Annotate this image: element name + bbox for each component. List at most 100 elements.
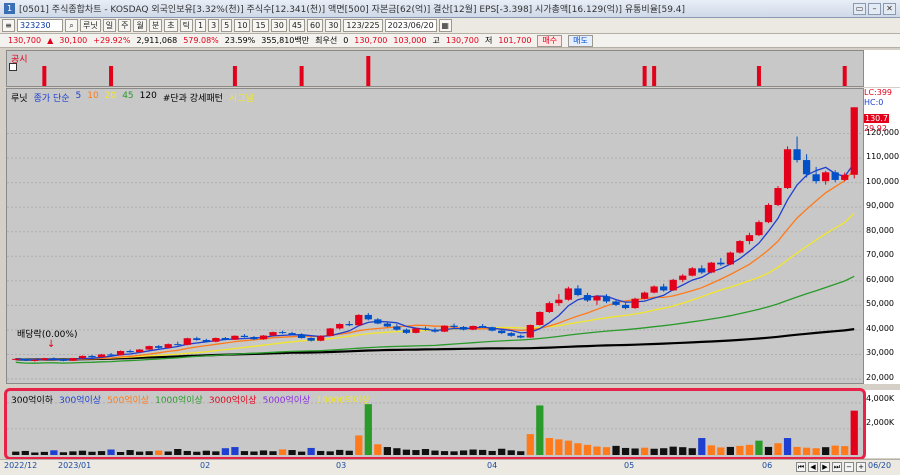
candle-body (136, 349, 144, 353)
candle-body (764, 204, 773, 223)
price-tick-label: 50,000 (866, 299, 894, 309)
stock-code-input[interactable]: 323230 (17, 19, 63, 32)
candle-body (831, 172, 839, 180)
volume-chart[interactable] (7, 391, 863, 457)
candle-body (450, 325, 458, 327)
candle-body (345, 324, 353, 326)
menu-icon[interactable]: ≡ (2, 19, 15, 32)
candle-body (12, 358, 20, 360)
period-5-button[interactable]: 5 (221, 19, 233, 32)
period-1-button[interactable]: 1 (194, 19, 207, 32)
calendar-icon[interactable]: ▦ (438, 19, 452, 32)
candle-body (269, 332, 277, 336)
candle-body (421, 328, 430, 330)
sell-button[interactable]: 매도 (568, 34, 593, 47)
volume-bar (517, 451, 525, 455)
volume-bar (669, 446, 677, 455)
volume-bar (317, 450, 325, 455)
volume-bar (97, 451, 106, 455)
disclosure-marker (42, 66, 47, 86)
last-page-icon[interactable]: ⏭ (832, 462, 842, 472)
period-3-button[interactable]: 3 (208, 19, 220, 32)
prev-icon[interactable]: ◀ (808, 462, 818, 472)
period-30-button[interactable]: 30 (270, 19, 287, 32)
volume-axis: 4,000K 2,000K (864, 390, 900, 458)
candle-body (40, 358, 48, 360)
candle-body (383, 323, 391, 327)
candle-body (536, 311, 544, 325)
candle-body (78, 355, 87, 359)
candle-body (259, 335, 268, 340)
volume-bar (393, 448, 401, 455)
candle-body (174, 344, 182, 346)
period-tick-button[interactable]: 틱 (179, 19, 193, 32)
disclosure-axis (864, 50, 900, 87)
period-custom-button[interactable]: 30 (325, 19, 342, 32)
low-label: 저 (484, 36, 493, 45)
candle-body (250, 337, 258, 340)
volume-bar (602, 447, 611, 455)
minimize-button[interactable]: – (868, 3, 881, 15)
period-day-button[interactable]: 일 (102, 19, 117, 32)
low-price: 101,700 (498, 36, 532, 45)
date-axis: 2022/12 2023/01 02 03 04 05 06 ⏮ ◀ ▶ ⏭ −… (0, 459, 900, 475)
trade-amount: 355,810백만 (261, 36, 310, 45)
date-label-apr: 04 (487, 461, 498, 470)
price-tick-label: 80,000 (866, 225, 894, 235)
candle-body (116, 351, 125, 356)
disclosure-bars (42, 56, 847, 86)
candle-body (498, 330, 506, 334)
restore-button[interactable]: ▭ (853, 3, 866, 15)
candle-body (221, 338, 230, 340)
disclosure-panel: 공시 (6, 50, 864, 87)
period-45-button[interactable]: 45 (288, 19, 306, 32)
period-minute-button[interactable]: 분 (148, 19, 163, 32)
date-label-end: 06/20 (868, 461, 892, 470)
price-axis: LC:399 HC:0 130.7 29.92 120,000 110,000 10… (864, 88, 900, 384)
period-week-button[interactable]: 주 (118, 19, 132, 32)
close-button[interactable]: ✕ (883, 3, 896, 15)
period-second-button[interactable]: 초 (164, 19, 178, 32)
volume-bar (850, 410, 858, 455)
period-10-button[interactable]: 10 (234, 19, 251, 32)
candle-body (31, 359, 39, 361)
volume-bar (12, 451, 20, 455)
count-field[interactable]: 123/225 (343, 19, 383, 32)
stock-name-field[interactable]: 루닛 (80, 19, 101, 32)
zoom-in-icon[interactable]: + (856, 462, 866, 472)
volume-bar (583, 444, 592, 455)
volume-bar (621, 447, 630, 455)
candle-body (402, 329, 411, 333)
volume-bar (202, 450, 210, 455)
next-icon[interactable]: ▶ (820, 462, 830, 472)
price-chart[interactable] (7, 89, 863, 383)
volume-bar (88, 451, 96, 455)
buy-button[interactable]: 매수 (537, 34, 563, 47)
volume-bar (802, 447, 811, 455)
period-month-button[interactable]: 월 (133, 19, 147, 32)
candle-body (69, 358, 77, 361)
period-15-button[interactable]: 15 (252, 19, 269, 32)
search-icon[interactable]: ⌕ (65, 19, 78, 32)
volume-bar (555, 439, 563, 455)
volume-bar (640, 447, 649, 455)
first-page-icon[interactable]: ⏮ (796, 462, 806, 472)
period-60-button[interactable]: 60 (307, 19, 324, 32)
zoom-out-icon[interactable]: − (844, 462, 854, 472)
candle-body (621, 304, 630, 309)
price-change-pct: +29.92% (93, 36, 131, 45)
disclosure-marker (842, 66, 847, 86)
candle-body (193, 338, 201, 340)
volume-bar (688, 448, 696, 455)
candle-body (688, 268, 696, 276)
volume-bar (459, 450, 468, 455)
candle-body (517, 335, 525, 338)
date-field[interactable]: 2023/06/20 (384, 19, 437, 32)
date-label-start: 2022/12 (4, 461, 38, 470)
disclosure-marker (366, 56, 371, 86)
volume-bar (764, 446, 773, 455)
ma20-line (15, 212, 855, 361)
candle-body (707, 262, 715, 273)
candle-body (97, 354, 106, 358)
volume-bar (107, 449, 115, 455)
